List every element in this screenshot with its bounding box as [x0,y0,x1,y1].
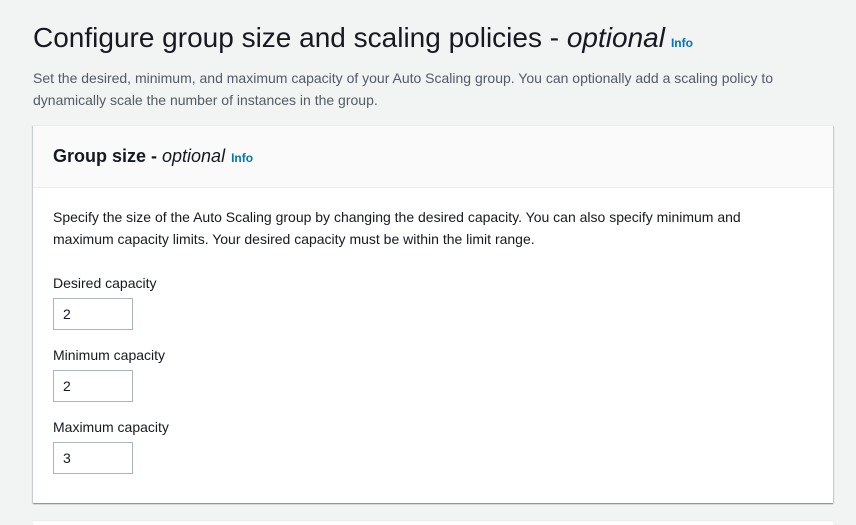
page-title-optional: optional [566,22,665,53]
desired-capacity-label: Desired capacity [53,275,157,291]
group-size-container: Group size - optional Info Specify the si… [33,125,833,503]
group-size-header: Group size - optional Info [33,126,833,188]
maximum-capacity-input[interactable] [53,442,133,474]
page-description: Set the desired, minimum, and maximum ca… [33,70,774,108]
minimum-capacity-label: Minimum capacity [53,347,166,363]
minimum-capacity-field: Minimum capacity [53,344,813,402]
page-title-text: Configure group size and scaling policie… [33,22,567,53]
maximum-capacity-label: Maximum capacity [53,419,169,435]
desired-capacity-field: Desired capacity [53,272,813,330]
page-header: Configure group size and scaling policie… [33,18,833,111]
page-title: Configure group size and scaling policie… [33,18,833,63]
minimum-capacity-input[interactable] [53,370,133,402]
desired-capacity-input[interactable] [53,298,133,330]
group-size-body: Specify the size of the Auto Scaling gro… [33,188,833,474]
maximum-capacity-field: Maximum capacity [53,416,813,474]
group-size-title-text: Group size - [53,146,163,166]
group-size-description: Specify the size of the Auto Scaling gro… [53,209,741,247]
next-container-edge [33,520,833,525]
group-size-title-optional: optional [162,146,226,166]
group-size-info-link[interactable]: Info [231,151,253,165]
group-size-title: Group size - optional Info [53,146,253,167]
page-info-link[interactable]: Info [671,36,693,50]
